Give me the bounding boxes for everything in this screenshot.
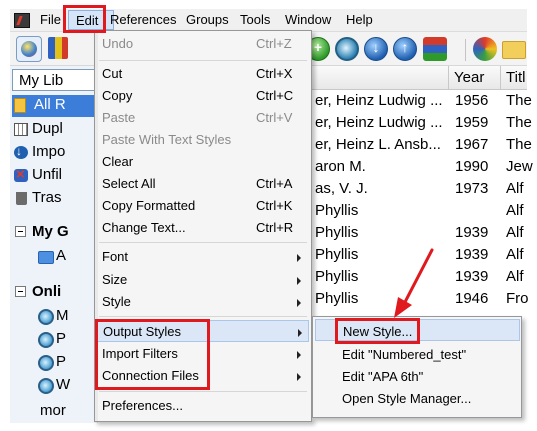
annotation-arrow bbox=[394, 248, 434, 318]
